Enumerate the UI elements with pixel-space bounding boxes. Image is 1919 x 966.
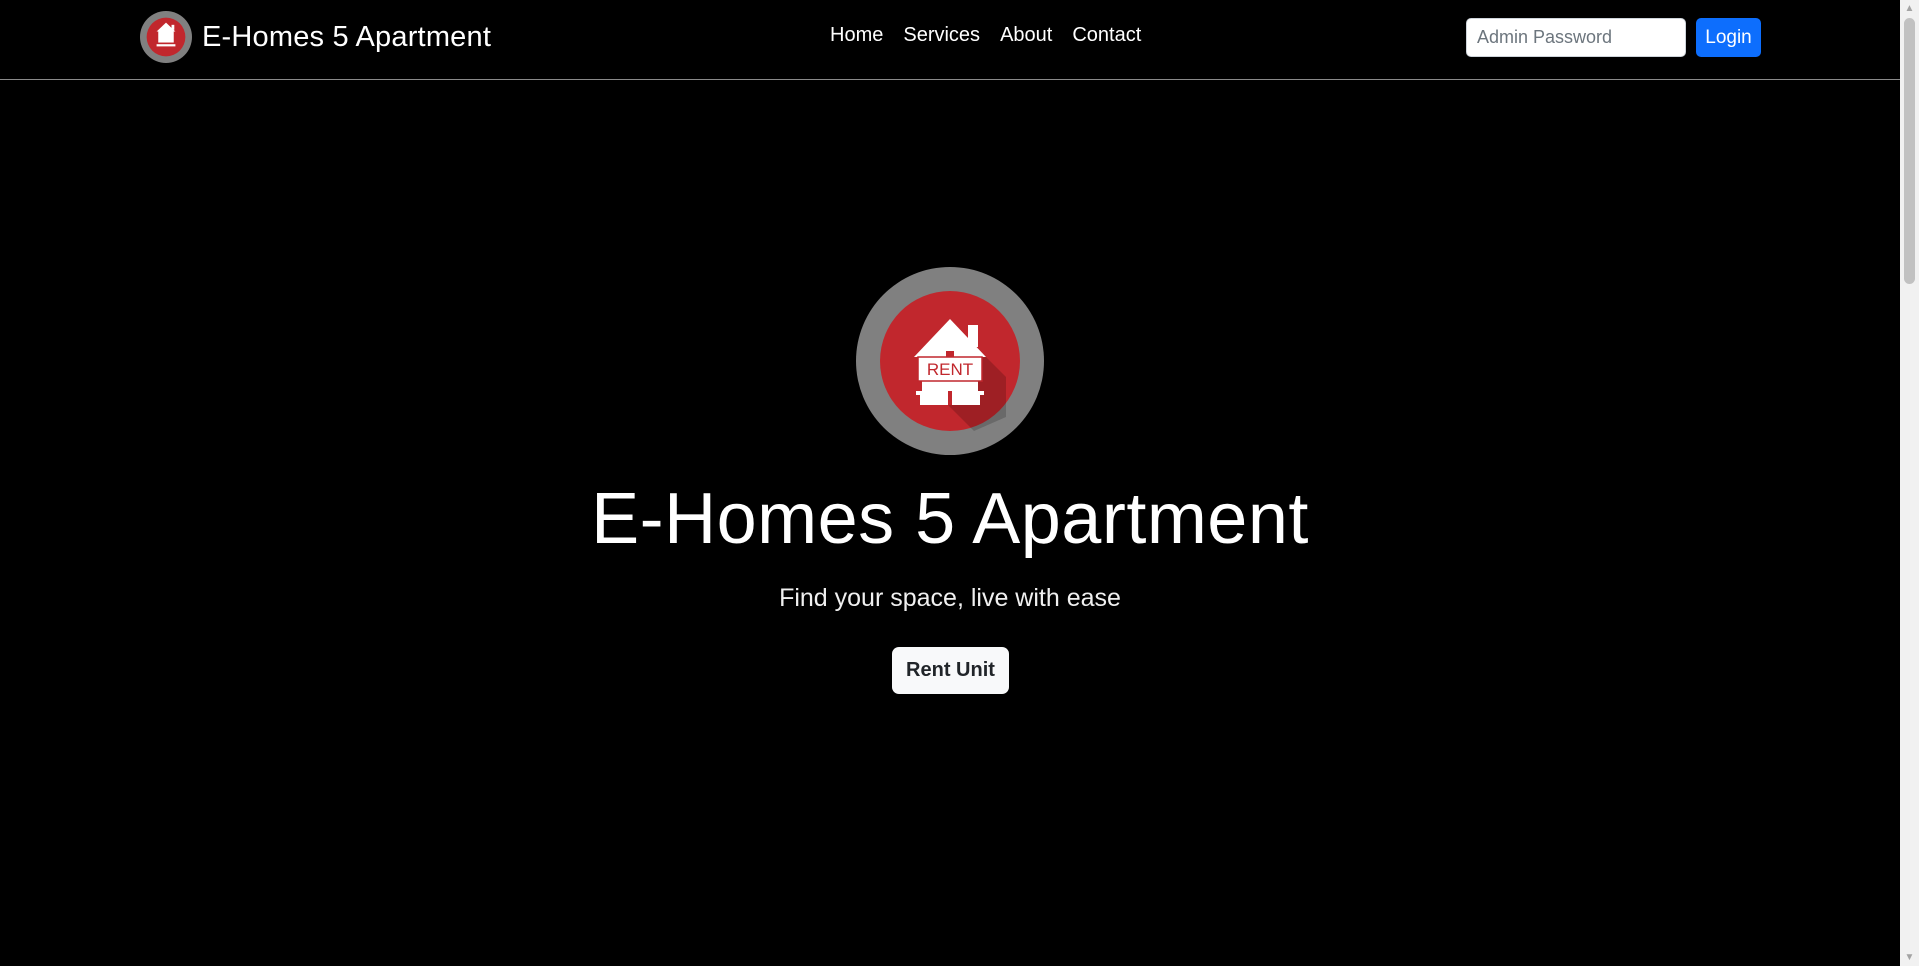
rent-house-icon: RENT bbox=[856, 267, 1044, 455]
hero-subtitle: Find your space, live with ease bbox=[779, 584, 1121, 612]
nav-link-services[interactable]: Services bbox=[903, 24, 980, 47]
rent-unit-button[interactable]: Rent Unit bbox=[892, 647, 1009, 694]
login-button[interactable]: Login bbox=[1696, 18, 1761, 57]
rent-sign-text: RENT bbox=[927, 360, 973, 379]
brand-name: E-Homes 5 Apartment bbox=[202, 20, 492, 53]
nav-link-home[interactable]: Home bbox=[830, 24, 883, 47]
vertical-scrollbar[interactable]: ▲ ▼ bbox=[1900, 0, 1919, 966]
brand-logo-icon bbox=[140, 11, 192, 63]
nav-links: Home Services About Contact bbox=[830, 24, 1141, 47]
admin-login-form: Login bbox=[1466, 18, 1761, 57]
navbar: E-Homes 5 Apartment Home Services About … bbox=[0, 0, 1900, 80]
nav-link-about[interactable]: About bbox=[1000, 24, 1052, 47]
nav-link-contact[interactable]: Contact bbox=[1072, 24, 1141, 47]
admin-password-input[interactable] bbox=[1466, 18, 1686, 57]
brand-link[interactable]: E-Homes 5 Apartment bbox=[140, 11, 491, 63]
scroll-down-arrow-icon[interactable]: ▼ bbox=[1900, 949, 1919, 966]
scroll-up-arrow-icon[interactable]: ▲ bbox=[1900, 0, 1919, 17]
scroll-thumb[interactable] bbox=[1904, 18, 1915, 284]
hero-title: E-Homes 5 Apartment bbox=[591, 479, 1309, 559]
